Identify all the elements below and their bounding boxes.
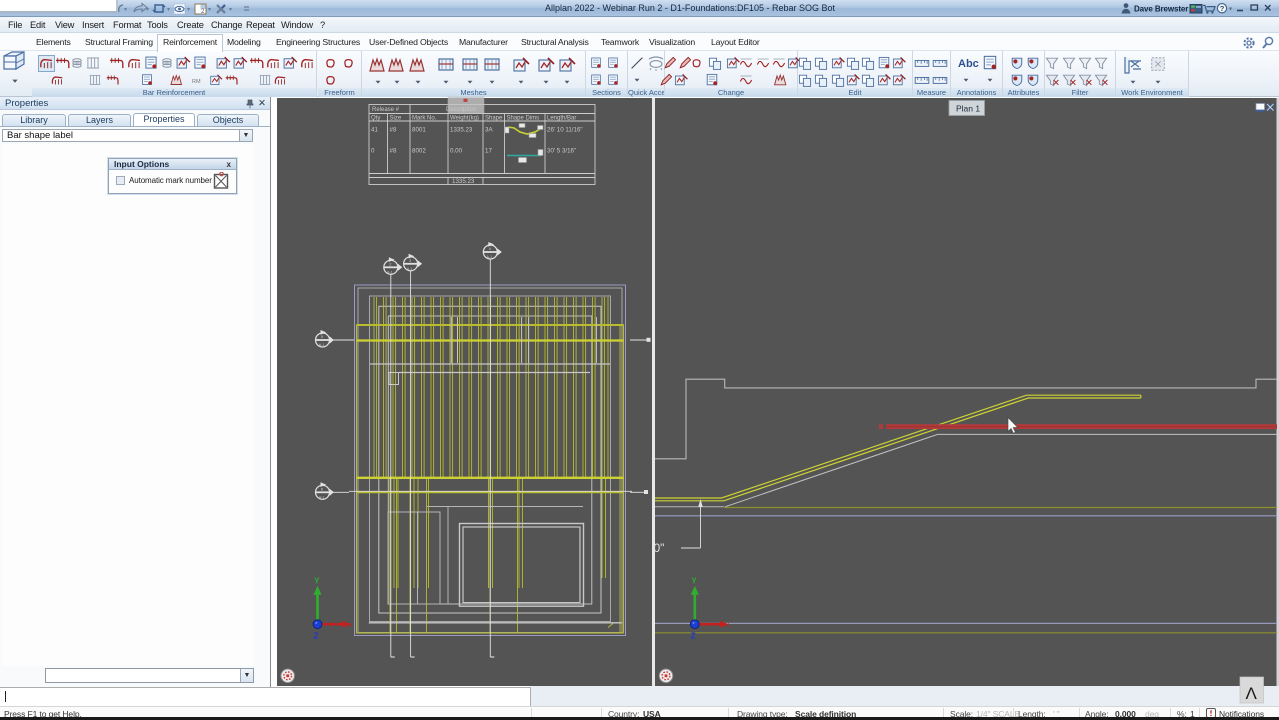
svg-text:x: x bbox=[349, 622, 353, 629]
svg-text:A-1: A-1 bbox=[319, 495, 325, 499]
svg-text:▾: ▾ bbox=[1229, 7, 1232, 13]
svg-text:17: 17 bbox=[485, 148, 492, 155]
svg-text:8002: 8002 bbox=[412, 148, 426, 155]
svg-text:▾: ▾ bbox=[229, 7, 232, 13]
svg-text:0.00: 0.00 bbox=[450, 148, 463, 155]
svg-text:Length/Bar: Length/Bar bbox=[547, 116, 576, 122]
svg-text:Plan 1: Plan 1 bbox=[956, 104, 980, 114]
svg-text:Shape Dims: Shape Dims bbox=[507, 116, 540, 122]
svg-text:Z: Z bbox=[691, 632, 696, 641]
svg-text:Mark No.: Mark No. bbox=[412, 116, 437, 122]
svg-text:#8: #8 bbox=[390, 148, 397, 155]
svg-text:30' 5 3/16": 30' 5 3/16" bbox=[547, 148, 576, 155]
svg-text:Dave Brewster: Dave Brewster bbox=[1134, 5, 1188, 14]
svg-text:Z: Z bbox=[314, 632, 319, 641]
svg-text:0: 0 bbox=[371, 148, 375, 155]
svg-text:4: 4 bbox=[489, 246, 492, 251]
svg-text:Qty: Qty bbox=[371, 116, 380, 122]
svg-text:6: 6 bbox=[321, 487, 324, 492]
svg-text:Abc: Abc bbox=[958, 58, 979, 70]
svg-text:▾: ▾ bbox=[187, 7, 190, 13]
svg-text:Weight(kg): Weight(kg) bbox=[450, 116, 479, 122]
svg-text:2: 2 bbox=[389, 262, 392, 267]
svg-text:3: 3 bbox=[409, 258, 412, 263]
svg-text:1335.23: 1335.23 bbox=[450, 127, 473, 134]
svg-text:5: 5 bbox=[321, 334, 324, 339]
svg-text:▾: ▾ bbox=[167, 7, 170, 13]
svg-text:#8: #8 bbox=[390, 127, 397, 134]
svg-text:▾: ▾ bbox=[124, 7, 127, 13]
svg-text:Y: Y bbox=[691, 577, 697, 586]
svg-text:?: ? bbox=[1220, 4, 1225, 13]
svg-text:41: 41 bbox=[371, 127, 378, 134]
svg-text:▾: ▾ bbox=[146, 7, 149, 13]
svg-text:A-1: A-1 bbox=[319, 343, 325, 347]
svg-text:Size: Size bbox=[390, 116, 402, 122]
svg-text:RM: RM bbox=[192, 79, 201, 85]
svg-text:x: x bbox=[726, 622, 730, 629]
svg-text:A-1: A-1 bbox=[487, 255, 493, 259]
svg-text:A-1: A-1 bbox=[387, 270, 393, 274]
svg-text:Shape: Shape bbox=[485, 116, 503, 122]
svg-text:3A: 3A bbox=[485, 127, 493, 134]
svg-text:Description: Description bbox=[446, 107, 476, 113]
svg-text:A-1: A-1 bbox=[407, 267, 413, 271]
svg-text:8001: 8001 bbox=[412, 127, 426, 134]
svg-text:Release #: Release # bbox=[372, 107, 400, 113]
svg-text:1335.23: 1335.23 bbox=[452, 178, 475, 185]
svg-text:26' 10 11/16": 26' 10 11/16" bbox=[547, 127, 583, 134]
svg-text:Y: Y bbox=[314, 577, 320, 586]
svg-text:0": 0" bbox=[654, 541, 665, 555]
svg-text:▾: ▾ bbox=[208, 7, 211, 13]
